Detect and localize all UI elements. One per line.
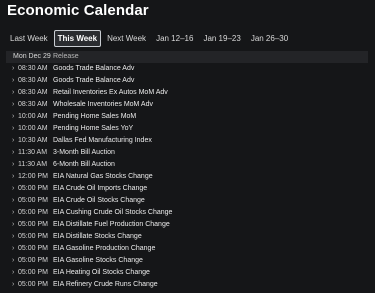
table-row[interactable]: › 10:00 AM Pending Home Sales YoY — [6, 123, 368, 135]
release-name: 3-Month Bill Auction — [53, 149, 115, 156]
release-time: 05:00 PM — [18, 185, 48, 192]
release-name: EIA Cushing Crude Oil Stocks Change — [53, 209, 173, 216]
table-row[interactable]: › 08:30 AM Retail Inventories Ex Autos MoM… — [6, 87, 368, 99]
release-time: 05:00 PM — [18, 257, 48, 264]
table-header: Mon Dec 29 Release — [6, 51, 368, 63]
release-name: EIA Refinery Crude Runs Change — [53, 281, 158, 288]
chevron-right-icon[interactable]: › — [6, 63, 18, 75]
release-name: EIA Gasoline Production Change — [53, 245, 156, 252]
release-time: 10:00 AM — [18, 125, 48, 132]
table-row[interactable]: › 10:30 AM Dallas Fed Manufacturing Index — [6, 135, 368, 147]
chevron-right-icon[interactable]: › — [6, 87, 18, 99]
table-row[interactable]: › 05:00 PM EIA Refinery Crude Runs Change — [6, 279, 368, 291]
release-time: 05:00 PM — [18, 209, 48, 216]
tab-this-week[interactable]: This Week — [53, 30, 102, 47]
tab-jan-19-23[interactable]: Jan 19–23 — [199, 30, 244, 47]
table-row[interactable]: › 05:00 PM EIA Crude Oil Imports Change — [6, 183, 368, 195]
week-tabs: Last Week This Week Next Week Jan 12–16 … — [6, 30, 292, 47]
table-row[interactable]: › 12:00 PM EIA Natural Gas Stocks Change — [6, 171, 368, 183]
release-name: EIA Distillate Fuel Production Change — [53, 221, 170, 228]
release-table: Mon Dec 29 Release › 08:30 AM Goods Trade … — [6, 51, 368, 291]
release-time: 05:00 PM — [18, 245, 48, 252]
release-name: EIA Heating Oil Stocks Change — [53, 269, 150, 276]
release-name: Retail Inventories Ex Autos MoM Adv — [53, 89, 168, 96]
table-row[interactable]: › 08:30 AM Goods Trade Balance Adv — [6, 63, 368, 75]
table-row[interactable]: › 05:00 PM EIA Heating Oil Stocks Change — [6, 267, 368, 279]
chevron-right-icon[interactable]: › — [6, 255, 18, 267]
chevron-right-icon[interactable]: › — [6, 147, 18, 159]
release-time: 11:30 AM — [18, 161, 48, 168]
date-header: Mon Dec 29 — [13, 53, 51, 60]
chevron-right-icon[interactable]: › — [6, 279, 18, 291]
release-name: EIA Natural Gas Stocks Change — [53, 173, 153, 180]
table-row[interactable]: › 05:00 PM EIA Gasoline Stocks Change — [6, 255, 368, 267]
table-row[interactable]: › 11:30 AM 3-Month Bill Auction — [6, 147, 368, 159]
chevron-right-icon[interactable]: › — [6, 171, 18, 183]
table-row[interactable]: › 05:00 PM EIA Gasoline Production Change — [6, 243, 368, 255]
table-row[interactable]: › 05:00 PM EIA Cushing Crude Oil Stocks Ch… — [6, 207, 368, 219]
chevron-right-icon[interactable]: › — [6, 243, 18, 255]
release-name: Wholesale Inventories MoM Adv — [53, 101, 153, 108]
release-name: EIA Crude Oil Imports Change — [53, 185, 148, 192]
release-time: 11:30 AM — [18, 149, 48, 156]
release-name: EIA Gasoline Stocks Change — [53, 257, 143, 264]
release-name: Pending Home Sales YoY — [53, 125, 134, 132]
page-title: Economic Calendar — [7, 2, 149, 19]
chevron-right-icon[interactable]: › — [6, 267, 18, 279]
economic-calendar-app: Economic Calendar Last Week This Week Ne… — [0, 0, 375, 293]
chevron-right-icon[interactable]: › — [6, 219, 18, 231]
table-row[interactable]: › 05:00 PM EIA Distillate Stocks Change — [6, 231, 368, 243]
table-row[interactable]: › 05:00 PM EIA Crude Oil Stocks Change — [6, 195, 368, 207]
table-row[interactable]: › 05:00 PM EIA Distillate Fuel Production … — [6, 219, 368, 231]
chevron-right-icon[interactable]: › — [6, 111, 18, 123]
table-body: › 08:30 AM Goods Trade Balance Adv › 08:30 A… — [6, 63, 368, 291]
chevron-right-icon[interactable]: › — [6, 135, 18, 147]
tab-jan-12-16[interactable]: Jan 12–16 — [152, 30, 197, 47]
release-name: 6-Month Bill Auction — [53, 161, 115, 168]
release-name: Pending Home Sales MoM — [53, 113, 137, 120]
release-name: EIA Crude Oil Stocks Change — [53, 197, 145, 204]
release-time: 08:30 AM — [18, 89, 48, 96]
chevron-right-icon[interactable]: › — [6, 195, 18, 207]
release-name: Goods Trade Balance Adv — [53, 77, 135, 84]
release-header: Release — [53, 53, 79, 60]
release-time: 12:00 PM — [18, 173, 48, 180]
chevron-right-icon[interactable]: › — [6, 207, 18, 219]
release-name: Goods Trade Balance Adv — [53, 65, 135, 72]
release-time: 08:30 AM — [18, 77, 48, 84]
release-time: 05:00 PM — [18, 197, 48, 204]
chevron-right-icon[interactable]: › — [6, 75, 18, 87]
chevron-right-icon[interactable]: › — [6, 183, 18, 195]
chevron-right-icon[interactable]: › — [6, 159, 18, 171]
table-row[interactable]: › 08:30 AM Wholesale Inventories MoM Adv — [6, 99, 368, 111]
release-time: 10:30 AM — [18, 137, 48, 144]
tab-next-week[interactable]: Next Week — [103, 30, 150, 47]
release-time: 05:00 PM — [18, 281, 48, 288]
chevron-right-icon[interactable]: › — [6, 123, 18, 135]
chevron-right-icon[interactable]: › — [6, 99, 18, 111]
tab-jan-26-30[interactable]: Jan 26–30 — [247, 30, 292, 47]
release-time: 10:00 AM — [18, 113, 48, 120]
table-row[interactable]: › 11:30 AM 6-Month Bill Auction — [6, 159, 368, 171]
release-name: EIA Distillate Stocks Change — [53, 233, 142, 240]
table-row[interactable]: › 10:00 AM Pending Home Sales MoM — [6, 111, 368, 123]
release-name: Dallas Fed Manufacturing Index — [53, 137, 152, 144]
chevron-right-icon[interactable]: › — [6, 231, 18, 243]
release-time: 05:00 PM — [18, 233, 48, 240]
release-time: 08:30 AM — [18, 65, 48, 72]
table-row[interactable]: › 08:30 AM Goods Trade Balance Adv — [6, 75, 368, 87]
release-time: 08:30 AM — [18, 101, 48, 108]
release-time: 05:00 PM — [18, 269, 48, 276]
tab-last-week[interactable]: Last Week — [6, 30, 52, 47]
release-time: 05:00 PM — [18, 221, 48, 228]
